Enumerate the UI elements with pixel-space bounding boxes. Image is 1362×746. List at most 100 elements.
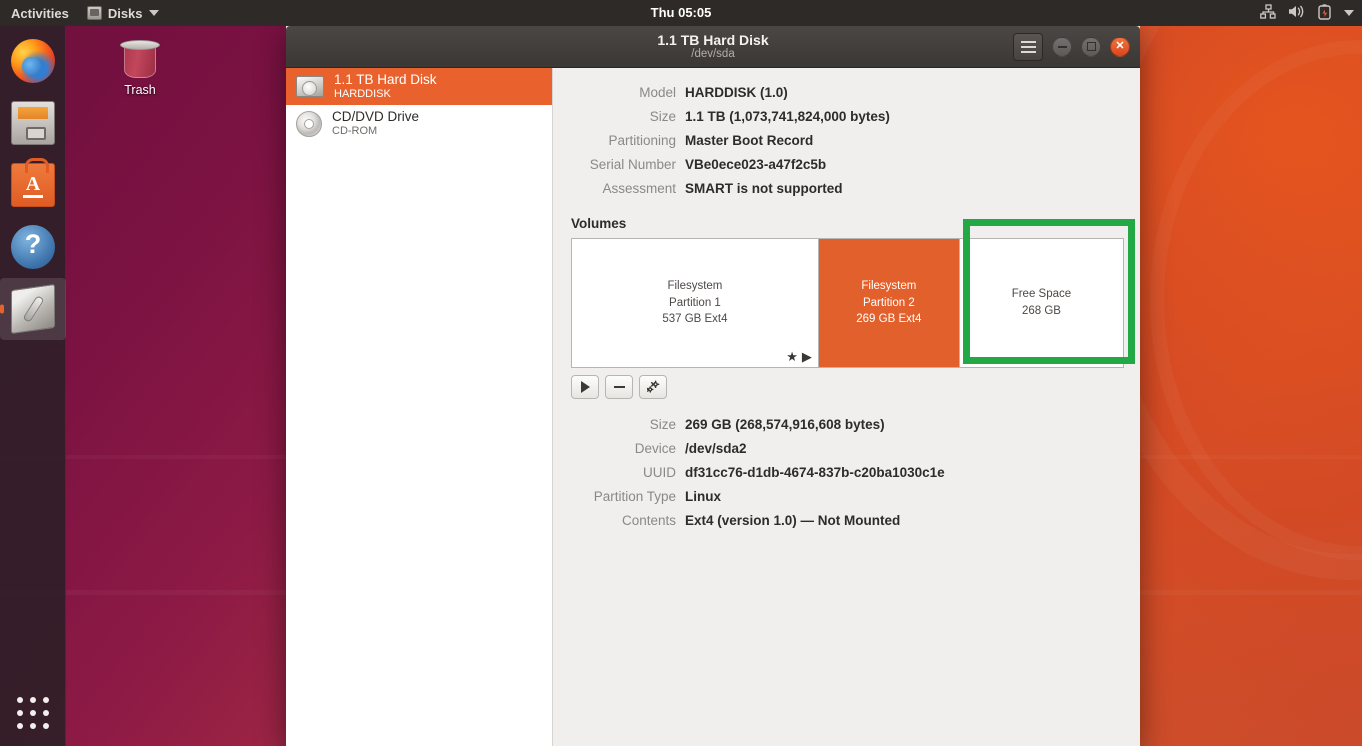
sidebar-item-cd-dvd-drive[interactable]: CD/DVD Drive CD-ROM xyxy=(286,105,552,142)
disks-application-window: 1.1 TB Hard Disk /dev/sda ✕ 1.1 TB Hard … xyxy=(286,26,1140,746)
network-icon[interactable] xyxy=(1260,4,1276,22)
window-body: 1.1 TB Hard Disk HARDDISK CD/DVD Drive C… xyxy=(286,68,1140,746)
mount-volume-button[interactable] xyxy=(571,375,599,399)
detail-key: UUID xyxy=(643,464,676,480)
window-title-bar[interactable]: 1.1 TB Hard Disk /dev/sda ✕ xyxy=(286,26,1140,68)
partition-1-block[interactable]: Filesystem Partition 1 537 GB Ext4 ★ ▶ xyxy=(572,239,819,367)
info-key: Model xyxy=(639,84,676,100)
hard-disk-icon xyxy=(296,76,324,97)
info-value: SMART is not supported xyxy=(685,180,843,196)
partition-details-table: Size 269 GB (268,574,916,608 bytes) Devi… xyxy=(553,412,1126,532)
partition-badges: ★ ▶ xyxy=(786,350,812,363)
info-value: VBe0ece023-a47f2c5b xyxy=(685,156,827,172)
detail-value: /dev/sda2 xyxy=(685,440,747,456)
partition-line: Partition 2 xyxy=(862,296,915,309)
detail-key: Partition Type xyxy=(593,488,676,504)
volume-icon[interactable] xyxy=(1288,4,1306,22)
disks-app-icon xyxy=(86,6,102,20)
play-triangle-icon: ▶ xyxy=(801,349,812,364)
ubuntu-launcher-dock[interactable] xyxy=(0,26,66,746)
disks-icon xyxy=(11,283,55,335)
dock-item-firefox[interactable] xyxy=(0,30,66,92)
play-icon xyxy=(580,381,590,393)
sidebar-item-title: 1.1 TB Hard Disk xyxy=(334,72,437,88)
info-key: Serial Number xyxy=(589,156,676,172)
system-tray[interactable] xyxy=(1260,0,1354,26)
app-grid-icon xyxy=(17,697,49,729)
detail-value: 269 GB (268,574,916,608 bytes) xyxy=(685,416,885,432)
partition-bar[interactable]: Filesystem Partition 1 537 GB Ext4 ★ ▶ F… xyxy=(571,238,1124,368)
detail-value: df31cc76-d1db-4674-837b-c20ba1030c1e xyxy=(685,464,945,480)
info-key: Partitioning xyxy=(608,132,676,148)
sidebar-item-subtitle: CD-ROM xyxy=(332,124,378,137)
table-row: Model HARDDISK (1.0) xyxy=(553,80,1126,104)
close-icon[interactable]: ✕ xyxy=(1110,36,1130,57)
desktop-trash-icon[interactable]: Trash xyxy=(104,38,176,97)
partition-line: Filesystem xyxy=(667,279,723,292)
partition-line: 537 GB Ext4 xyxy=(662,313,728,326)
activities-button[interactable]: Activities xyxy=(0,0,78,26)
dock-item-files[interactable] xyxy=(0,92,66,154)
window-controls[interactable]: ✕ xyxy=(1013,32,1140,61)
table-row: Contents Ext4 (version 1.0) — Not Mounte… xyxy=(553,508,1126,532)
table-row: Serial Number VBe0ece023-a47f2c5b xyxy=(553,152,1126,176)
table-row: Size 269 GB (268,574,916,608 bytes) xyxy=(553,412,1126,436)
app-menu-disks[interactable]: Disks xyxy=(78,0,168,26)
detail-key: Contents xyxy=(621,512,676,528)
app-menu-label: Disks xyxy=(107,5,143,21)
gnome-top-bar: Activities Disks Thu 05:05 xyxy=(0,0,1362,26)
help-icon xyxy=(11,225,55,269)
chevron-down-icon xyxy=(148,10,159,16)
detail-key: Device xyxy=(634,440,676,456)
table-row: Assessment SMART is not supported xyxy=(553,176,1126,200)
sidebar-item-subtitle: HARDDISK xyxy=(334,87,391,100)
system-menu-caret-icon[interactable] xyxy=(1344,10,1354,16)
sidebar-item-hard-disk[interactable]: 1.1 TB Hard Disk HARDDISK xyxy=(286,68,552,105)
ubuntu-software-icon xyxy=(11,158,55,207)
partition-line: Filesystem xyxy=(861,279,917,292)
window-title: 1.1 TB Hard Disk xyxy=(657,32,769,48)
dock-item-help[interactable] xyxy=(0,216,66,278)
dock-item-disks[interactable] xyxy=(0,278,66,340)
partition-line: 268 GB xyxy=(1021,305,1061,317)
info-value: Master Boot Record xyxy=(685,132,814,148)
dock-item-software[interactable] xyxy=(0,154,66,216)
device-sidebar[interactable]: 1.1 TB Hard Disk HARDDISK CD/DVD Drive C… xyxy=(286,68,553,746)
table-row: Size 1.1 TB (1,073,741,824,000 bytes) xyxy=(553,104,1126,128)
partition-line: 269 GB Ext4 xyxy=(856,313,922,326)
partition-2-block[interactable]: Filesystem Partition 2 269 GB Ext4 xyxy=(818,239,960,367)
activities-label: Activities xyxy=(11,5,69,21)
delete-partition-button[interactable] xyxy=(605,375,633,399)
detail-value: Ext4 (version 1.0) — Not Mounted xyxy=(685,512,901,528)
volume-toolbar[interactable] xyxy=(571,375,1124,399)
sidebar-item-title: CD/DVD Drive xyxy=(332,109,420,125)
hamburger-menu-icon[interactable] xyxy=(1013,32,1043,61)
more-actions-button[interactable] xyxy=(639,375,667,399)
window-subtitle: /dev/sda xyxy=(691,48,735,60)
gears-icon xyxy=(646,380,660,393)
show-applications-button[interactable] xyxy=(0,680,66,746)
firefox-icon xyxy=(11,39,55,83)
battery-icon[interactable] xyxy=(1318,3,1332,23)
info-value: HARDDISK (1.0) xyxy=(685,84,788,100)
cd-rom-icon xyxy=(296,110,322,137)
detail-value: Linux xyxy=(685,488,721,504)
drive-info-table: Model HARDDISK (1.0) Size 1.1 TB (1,073,… xyxy=(553,80,1126,200)
minus-icon xyxy=(613,385,625,389)
detail-key: Size xyxy=(649,416,676,432)
table-row: UUID df31cc76-d1db-4674-837b-c20ba1030c1… xyxy=(553,460,1126,484)
free-space-block[interactable]: Free Space 268 GB xyxy=(960,239,1123,367)
clock[interactable]: Thu 05:05 xyxy=(0,0,1362,26)
volumes-heading: Volumes xyxy=(571,216,627,231)
trash-label: Trash xyxy=(124,83,156,97)
table-row: Partitioning Master Boot Record xyxy=(553,128,1126,152)
star-icon: ★ xyxy=(786,349,798,364)
table-row: Device /dev/sda2 xyxy=(553,436,1126,460)
partition-line: Partition 1 xyxy=(669,296,721,309)
table-row: Partition Type Linux xyxy=(553,484,1126,508)
window-title-group: 1.1 TB Hard Disk /dev/sda xyxy=(286,26,1140,67)
info-value: 1.1 TB (1,073,741,824,000 bytes) xyxy=(685,108,890,124)
minimize-icon[interactable] xyxy=(1052,36,1072,57)
maximize-icon[interactable] xyxy=(1081,36,1101,57)
info-key: Size xyxy=(649,108,676,124)
